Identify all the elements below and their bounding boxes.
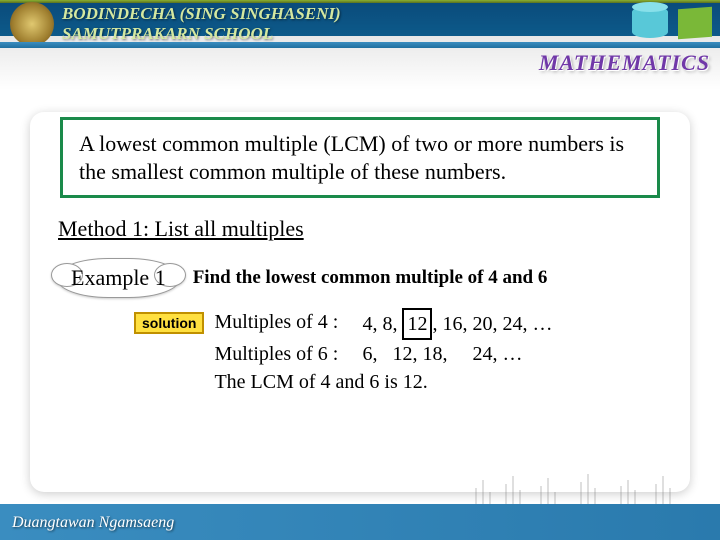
footer: Duangtawan Ngamsaeng: [0, 504, 720, 540]
method-heading: Method 1: List all multiples: [58, 216, 670, 242]
definition-text: A lowest common multiple (LCM) of two or…: [79, 131, 624, 184]
subject-label: MATHEMATICS: [539, 50, 710, 76]
solution-row: solution Multiples of 4 : 4, 8, 12, 16, …: [134, 308, 670, 396]
shapes-decoration: [632, 4, 712, 46]
author-name: Duangtawan Ngamsaeng: [12, 514, 174, 532]
school-name: BODINDECHA (SING SINGHASENI) SAMUTPRAKAR…: [62, 4, 341, 45]
accent-line: [0, 0, 720, 3]
school-line-1: BODINDECHA (SING SINGHASENI): [62, 4, 341, 24]
definition-box: A lowest common multiple (LCM) of two or…: [60, 117, 660, 198]
content-card: A lowest common multiple (LCM) of two or…: [30, 112, 690, 492]
header: BODINDECHA (SING SINGHASENI) SAMUTPRAKAR…: [0, 0, 720, 90]
mult6-values: 6, 12, 18, 24, …: [362, 340, 522, 368]
cube-icon: [678, 7, 712, 39]
example-badge: Example 1: [56, 258, 181, 298]
boxed-twelve: 12: [402, 308, 432, 340]
mult6-label: Multiples of 6 :: [214, 340, 362, 368]
school-logo-icon: [10, 2, 54, 46]
solution-badge: solution: [134, 312, 204, 334]
example-prompt: Find the lowest common multiple of 4 and…: [193, 267, 548, 289]
divider-line: [0, 42, 720, 48]
mult4-values: 4, 8, 12, 16, 20, 24, …: [362, 308, 552, 340]
example-label: Example 1: [71, 265, 166, 290]
example-row: Example 1 Find the lowest common multipl…: [56, 258, 670, 298]
mult4-label: Multiples of 4 :: [214, 308, 362, 340]
conclusion: The LCM of 4 and 6 is 12.: [214, 368, 552, 396]
cylinder-icon: [632, 6, 668, 38]
solution-text: Multiples of 4 : 4, 8, 12, 16, 20, 24, ……: [214, 308, 552, 396]
